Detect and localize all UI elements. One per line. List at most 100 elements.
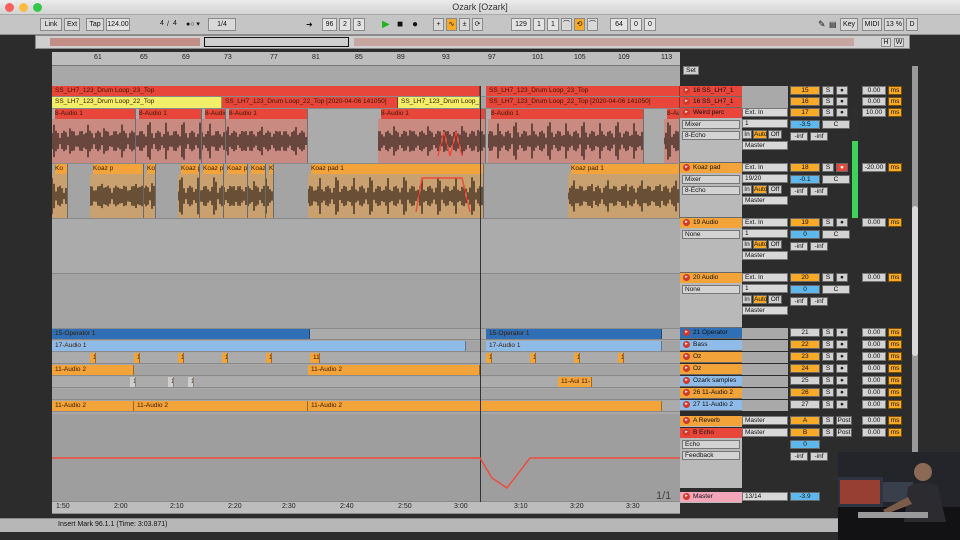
clip[interactable]: 17-Audio 1 [52,341,466,351]
arrangement-overview[interactable]: H W [35,35,910,49]
monitor-in-button[interactable]: In [742,130,752,139]
track-title-bar[interactable]: ▸ 26 11-Audio 2 [680,388,742,398]
monitor-in-button[interactable]: In [742,240,752,249]
volume-field[interactable]: 0 [790,230,820,239]
track-fold-icon[interactable]: ▸ [683,98,690,105]
monitor-off-button[interactable]: Off [768,240,782,249]
clip[interactable]: 1 [530,353,536,363]
insert-marker[interactable] [480,86,481,502]
delay-unit-button[interactable]: ms [888,163,902,172]
master-title-bar[interactable]: ▸ Master [680,492,742,502]
solo-button[interactable]: S [822,218,834,227]
track-lane[interactable] [52,219,680,274]
clip[interactable]: K [266,164,274,218]
output-routing-menu[interactable]: Master [742,141,788,150]
return-fold-icon[interactable]: ▸ [683,429,690,436]
track-header[interactable]: ▸ Bass [680,340,742,351]
loop-switch-icon[interactable]: ⟲ [574,18,585,31]
arm-button[interactable]: ● [836,388,848,397]
delay-unit-button[interactable]: ms [888,400,902,409]
link-button[interactable]: Link [40,18,62,31]
clip[interactable]: 1 [130,377,136,387]
solo-button[interactable]: S [822,97,834,106]
monitor-auto-button[interactable]: Auto [753,185,767,194]
track-delay-field[interactable]: 10.00 [862,108,886,117]
clip[interactable]: 1 [574,353,580,363]
clip[interactable]: 8-Audio 1 [226,109,308,163]
track-fold-icon[interactable]: ▸ [683,377,690,384]
delay-unit-button[interactable]: ms [888,340,902,349]
track-title-bar[interactable]: ▸ Weird perc [680,108,742,118]
punch-in-icon[interactable]: ⌒ [561,18,572,31]
track-delay-field[interactable]: 0.00 [862,97,886,106]
pan-field[interactable]: C [822,230,850,239]
arrangement-view[interactable]: 1:50 2:00 2:10 2:20 2:30 2:40 2:50 3:00 3:10 3:20… [52,52,680,514]
scrollbar-thumb[interactable] [912,206,918,356]
track-fold-icon[interactable]: ▸ [683,87,690,94]
master-volume-field[interactable]: -3.9 [790,492,820,501]
input-channel-menu[interactable]: 1 [742,229,788,238]
track-lane[interactable] [52,274,680,329]
return-lanes[interactable] [52,414,680,502]
track-header[interactable]: ▸ 20 Audio None [680,273,742,328]
loop-start-beat[interactable]: 1 [533,18,545,31]
clip[interactable]: 1 [486,353,492,363]
track-title-bar[interactable]: ▸ Oz [680,364,742,374]
return-header[interactable]: ▸ A Reverb [680,416,742,427]
input-channel-menu[interactable]: 1 [742,284,788,293]
clip[interactable]: 1 [266,353,272,363]
track-header[interactable]: ▸ Weird perc Mixer 8-Echo [680,108,742,163]
solo-button[interactable]: S [822,328,834,337]
monitor-auto-button[interactable]: Auto [753,130,767,139]
clip[interactable]: 11 [310,353,320,363]
return-delay-field[interactable]: 0.00 [862,416,886,425]
solo-button[interactable]: S [822,86,834,95]
track-fold-icon[interactable]: ▸ [683,389,690,396]
return-title-bar[interactable]: ▸ B Echo [680,428,742,438]
tap-tempo-button[interactable]: Tap [86,18,104,31]
post-button[interactable]: Post [836,416,852,425]
track-activator[interactable]: 19 [790,218,820,227]
solo-button[interactable]: S [822,163,834,172]
clip[interactable]: Koaz [248,164,266,218]
loop-length-sixteenth[interactable]: 0 [644,18,656,31]
clip[interactable]: 15-Operator 1 [52,329,310,339]
clip[interactable]: SS_LH7_123_Drum Loop_22_Top [2020-04-06 … [222,97,398,108]
track-fold-icon[interactable]: ▸ [683,365,690,372]
track-title-bar[interactable]: ▸ Koaz pad [680,163,742,173]
time-ruler[interactable] [52,502,680,514]
clip[interactable]: 11-Audio 2 [134,401,308,411]
clip[interactable]: 11-Aui 11- [558,377,592,387]
return-activator[interactable]: B [790,428,820,437]
track-fold-icon[interactable]: ▸ [683,353,690,360]
master-header[interactable]: ▸ Master [680,492,742,503]
clip[interactable]: Koaz p [90,164,144,218]
arm-button[interactable]: ● [836,108,848,117]
track-title-bar[interactable]: ▸ 27 11-Audio 2 [680,400,742,410]
punch-icon[interactable]: ± [459,18,470,31]
track-title-bar[interactable]: ▸ 19 Audio [680,218,742,228]
track-delay-field[interactable]: 0.00 [862,328,886,337]
clip[interactable]: 8-Audio 1 [52,109,136,163]
delay-unit-button[interactable]: ms [888,273,902,282]
track-title-bar[interactable]: ▸ Oz [680,352,742,362]
clip[interactable]: 1 [618,353,624,363]
track-activator[interactable]: 25 [790,376,820,385]
output-routing-menu[interactable]: Master [742,196,788,205]
clip[interactable]: Koaz pa [224,164,248,218]
track-activator[interactable]: 23 [790,352,820,361]
clip[interactable]: 8-Audio 1 [488,109,644,163]
clip[interactable]: Koaz p [200,164,224,218]
track-delay-field[interactable]: 0.00 [862,273,886,282]
clip[interactable]: 1 [178,353,184,363]
clip[interactable]: Ko [144,164,156,218]
stop-icon[interactable]: ■ [397,18,403,31]
clip[interactable]: SS_LH7_123_Drum Loop_22_Top [398,97,480,108]
midi-map-button[interactable]: MIDI [862,18,882,31]
clip[interactable]: 11-Audio 2 [52,401,134,411]
monitor-off-button[interactable]: Off [768,130,782,139]
solo-button[interactable]: S [822,364,834,373]
track-delay-field[interactable]: -20.00 [862,163,886,172]
volume-field[interactable]: -0.1 [790,175,820,184]
track-header[interactable]: ▸ 16 SS_LH7_1 [680,86,742,97]
